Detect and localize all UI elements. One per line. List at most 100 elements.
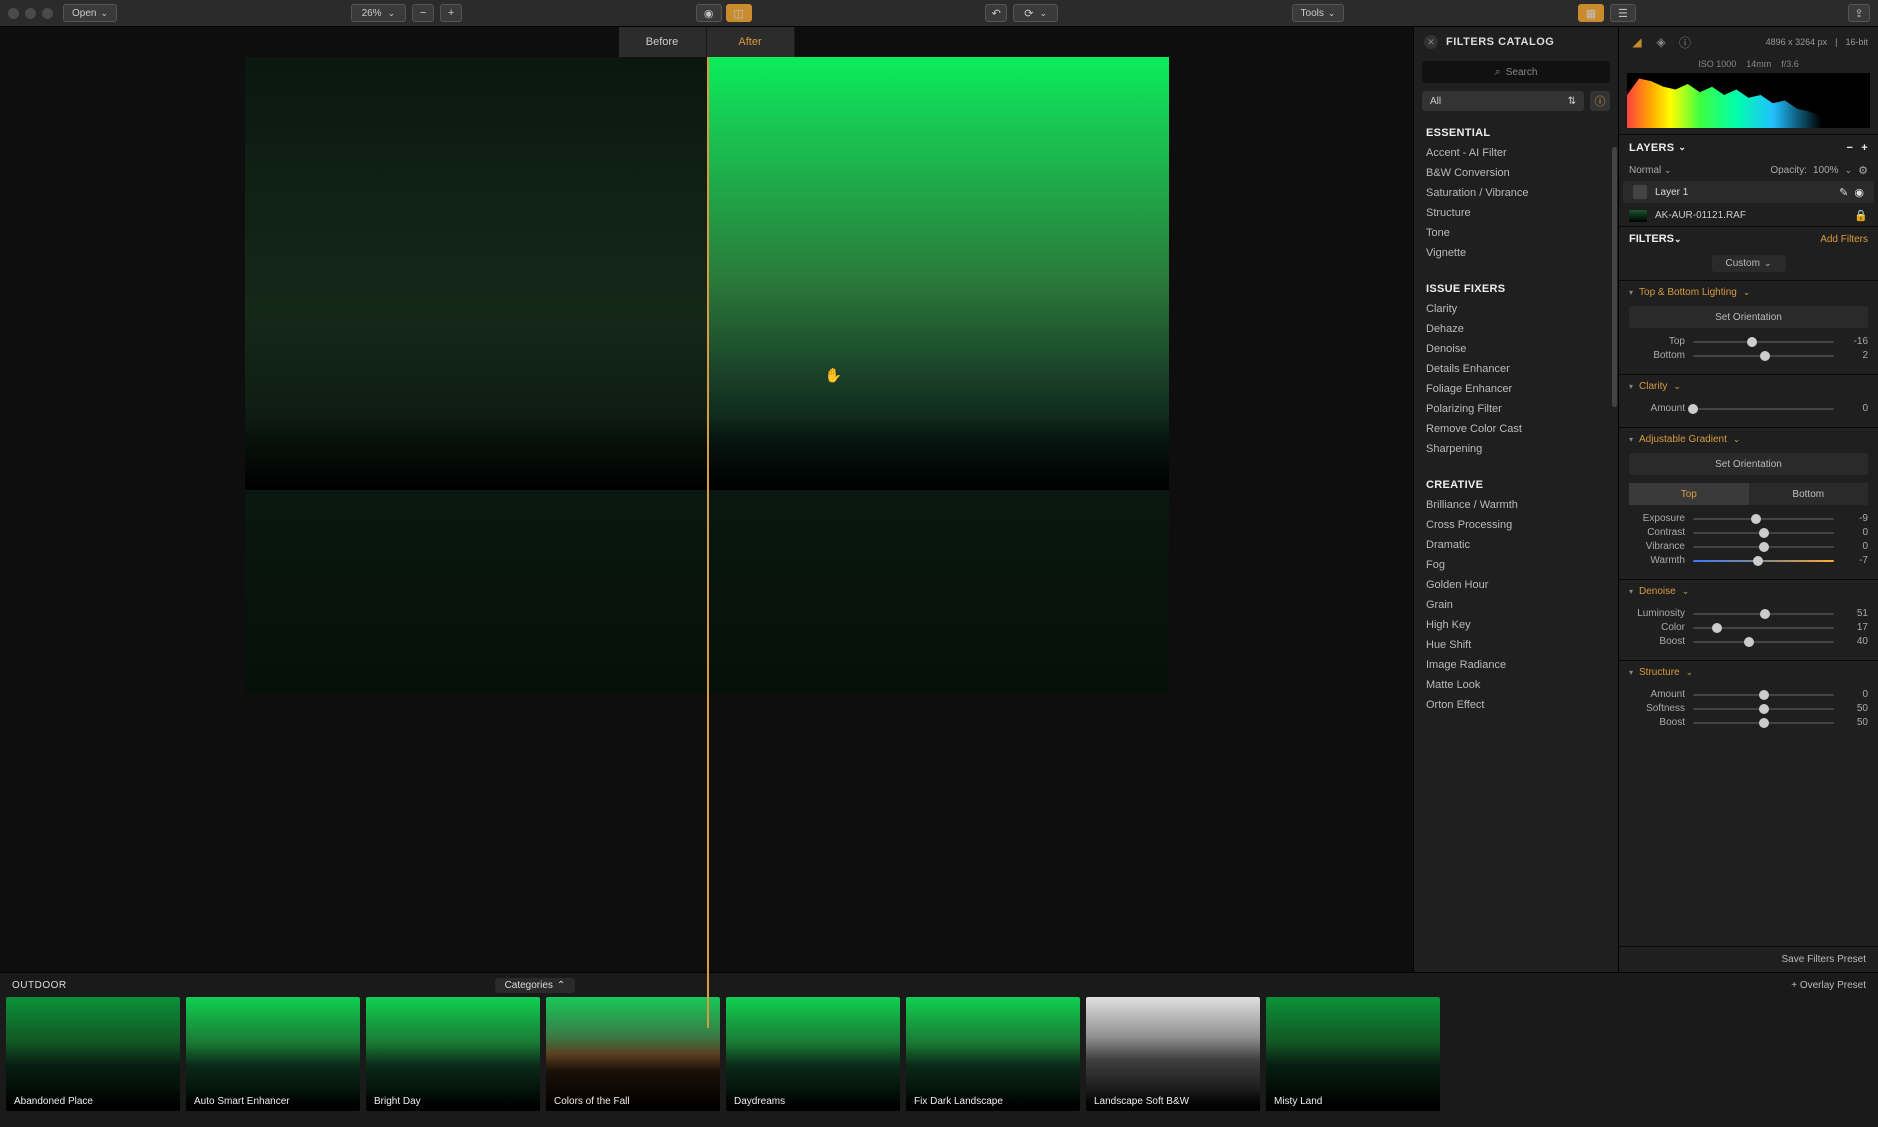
presets-panel-toggle[interactable]: ▦	[1578, 4, 1604, 22]
slider-value[interactable]: 0	[1842, 541, 1868, 552]
filter-high-key[interactable]: High Key	[1414, 615, 1618, 635]
close-catalog-button[interactable]: ✕	[1424, 35, 1438, 49]
filter-golden-hour[interactable]: Golden Hour	[1414, 575, 1618, 595]
minus-icon[interactable]: −	[1847, 142, 1854, 154]
filter-bw-conversion[interactable]: B&W Conversion	[1414, 163, 1618, 183]
slider-value[interactable]: 0	[1842, 403, 1868, 414]
slider-value[interactable]: 0	[1842, 689, 1868, 700]
slider-track[interactable]	[1693, 532, 1834, 534]
preset-daydreams[interactable]: Daydreams	[726, 997, 900, 1111]
slider-value[interactable]: 17	[1842, 622, 1868, 633]
slider-value[interactable]: 0	[1842, 527, 1868, 538]
slider-thumb[interactable]	[1744, 637, 1754, 647]
catalog-search-input[interactable]: ⌕ Search	[1422, 61, 1610, 83]
filter-sharpening[interactable]: Sharpening	[1414, 439, 1618, 459]
filter-details-enhancer[interactable]: Details Enhancer	[1414, 359, 1618, 379]
zoom-in-button[interactable]: +	[440, 4, 462, 22]
set-orientation-button[interactable]: Set Orientation	[1629, 453, 1868, 475]
filter-header-denoise[interactable]: ▾ Denoise	[1629, 586, 1868, 597]
catalog-list[interactable]: ESSENTIAL Accent - AI Filter B&W Convers…	[1414, 121, 1618, 972]
tab-bottom[interactable]: Bottom	[1749, 483, 1869, 505]
open-button[interactable]: Open	[63, 4, 117, 22]
slider-thumb[interactable]	[1759, 528, 1769, 538]
slider-thumb[interactable]	[1760, 351, 1770, 361]
filter-polarizing[interactable]: Polarizing Filter	[1414, 399, 1618, 419]
plus-icon[interactable]: +	[1861, 142, 1868, 154]
slider-thumb[interactable]	[1753, 556, 1763, 566]
preset-auto-smart-enhancer[interactable]: Auto Smart Enhancer	[186, 997, 360, 1111]
filter-header-structure[interactable]: ▾ Structure	[1629, 667, 1868, 678]
slider-track[interactable]	[1693, 722, 1834, 724]
compare-split-button[interactable]: ◫	[726, 4, 752, 22]
slider-thumb[interactable]	[1751, 514, 1761, 524]
filter-vignette[interactable]: Vignette	[1414, 243, 1618, 263]
preset-landscape-soft-bw[interactable]: Landscape Soft B&W	[1086, 997, 1260, 1111]
set-orientation-button[interactable]: Set Orientation	[1629, 306, 1868, 328]
opacity-value[interactable]: 100%	[1813, 165, 1839, 176]
slider-value[interactable]: 2	[1842, 350, 1868, 361]
history-button[interactable]: ⟳	[1013, 4, 1058, 22]
slider-thumb[interactable]	[1760, 609, 1770, 619]
add-filters-button[interactable]: Add Filters	[1820, 234, 1868, 245]
filter-dehaze[interactable]: Dehaze	[1414, 319, 1618, 339]
filter-clarity[interactable]: Clarity	[1414, 299, 1618, 319]
slider-track[interactable]	[1693, 560, 1834, 562]
slider-value[interactable]: -7	[1842, 555, 1868, 566]
slider-value[interactable]: 50	[1842, 717, 1868, 728]
slider-track[interactable]	[1693, 641, 1834, 643]
filter-foliage-enhancer[interactable]: Foliage Enhancer	[1414, 379, 1618, 399]
filter-accent-ai[interactable]: Accent - AI Filter	[1414, 143, 1618, 163]
categories-button[interactable]: Categories ⌃	[495, 978, 576, 993]
gear-icon[interactable]: ⚙	[1858, 164, 1868, 177]
filter-grain[interactable]: Grain	[1414, 595, 1618, 615]
filter-header-tb[interactable]: ▾ Top & Bottom Lighting	[1629, 287, 1868, 298]
slider-value[interactable]: 51	[1842, 608, 1868, 619]
zoom-select[interactable]: 26%	[351, 4, 407, 22]
slider-track[interactable]	[1693, 518, 1834, 520]
filter-dramatic[interactable]: Dramatic	[1414, 535, 1618, 555]
filter-brilliance-warmth[interactable]: Brilliance / Warmth	[1414, 495, 1618, 515]
slider-value[interactable]: -16	[1842, 336, 1868, 347]
visibility-icon[interactable]: ◉	[1854, 186, 1864, 199]
slider-thumb[interactable]	[1759, 542, 1769, 552]
quick-preview-button[interactable]: ◉	[696, 4, 722, 22]
slider-value[interactable]: -9	[1842, 513, 1868, 524]
catalog-category-select[interactable]: All ⇅	[1422, 91, 1584, 111]
zoom-out-button[interactable]: −	[412, 4, 434, 22]
slider-track[interactable]	[1693, 546, 1834, 548]
image-stage[interactable]: ✋	[0, 57, 1413, 972]
slider-thumb[interactable]	[1712, 623, 1722, 633]
slider-track[interactable]	[1693, 627, 1834, 629]
save-filters-preset-button[interactable]: Save Filters Preset	[1782, 954, 1866, 965]
filter-matte-look[interactable]: Matte Look	[1414, 675, 1618, 695]
slider-track[interactable]	[1693, 708, 1834, 710]
compare-divider[interactable]	[707, 57, 709, 1028]
preset-abandoned-place[interactable]: Abandoned Place	[6, 997, 180, 1111]
slider-track[interactable]	[1693, 613, 1834, 615]
layer-item-1[interactable]: Layer 1 ✎ ◉	[1623, 181, 1874, 203]
after-tab[interactable]: After	[707, 27, 795, 57]
tab-top[interactable]: Top	[1629, 483, 1749, 505]
slider-track[interactable]	[1693, 355, 1834, 357]
zoom-window[interactable]	[42, 8, 53, 19]
preset-fix-dark-landscape[interactable]: Fix Dark Landscape	[906, 997, 1080, 1111]
slider-thumb[interactable]	[1759, 690, 1769, 700]
undo-button[interactable]: ↶	[985, 4, 1007, 22]
slider-value[interactable]: 50	[1842, 703, 1868, 714]
slider-thumb[interactable]	[1747, 337, 1757, 347]
tools-button[interactable]: Tools	[1292, 4, 1345, 22]
filter-image-radiance[interactable]: Image Radiance	[1414, 655, 1618, 675]
slider-track[interactable]	[1693, 341, 1834, 343]
filter-structure[interactable]: Structure	[1414, 203, 1618, 223]
slider-thumb[interactable]	[1759, 704, 1769, 714]
filter-denoise[interactable]: Denoise	[1414, 339, 1618, 359]
filter-remove-color-cast[interactable]: Remove Color Cast	[1414, 419, 1618, 439]
info-tab[interactable]: ⓘ	[1677, 34, 1693, 50]
preset-bright-day[interactable]: Bright Day	[366, 997, 540, 1111]
close-window[interactable]	[8, 8, 19, 19]
filter-fog[interactable]: Fog	[1414, 555, 1618, 575]
workspace-preset-select[interactable]: Custom	[1712, 255, 1786, 272]
side-panel-toggle[interactable]: ☰	[1610, 4, 1636, 22]
image-preview[interactable]: ✋	[245, 57, 1169, 694]
preset-misty-land[interactable]: Misty Land	[1266, 997, 1440, 1111]
